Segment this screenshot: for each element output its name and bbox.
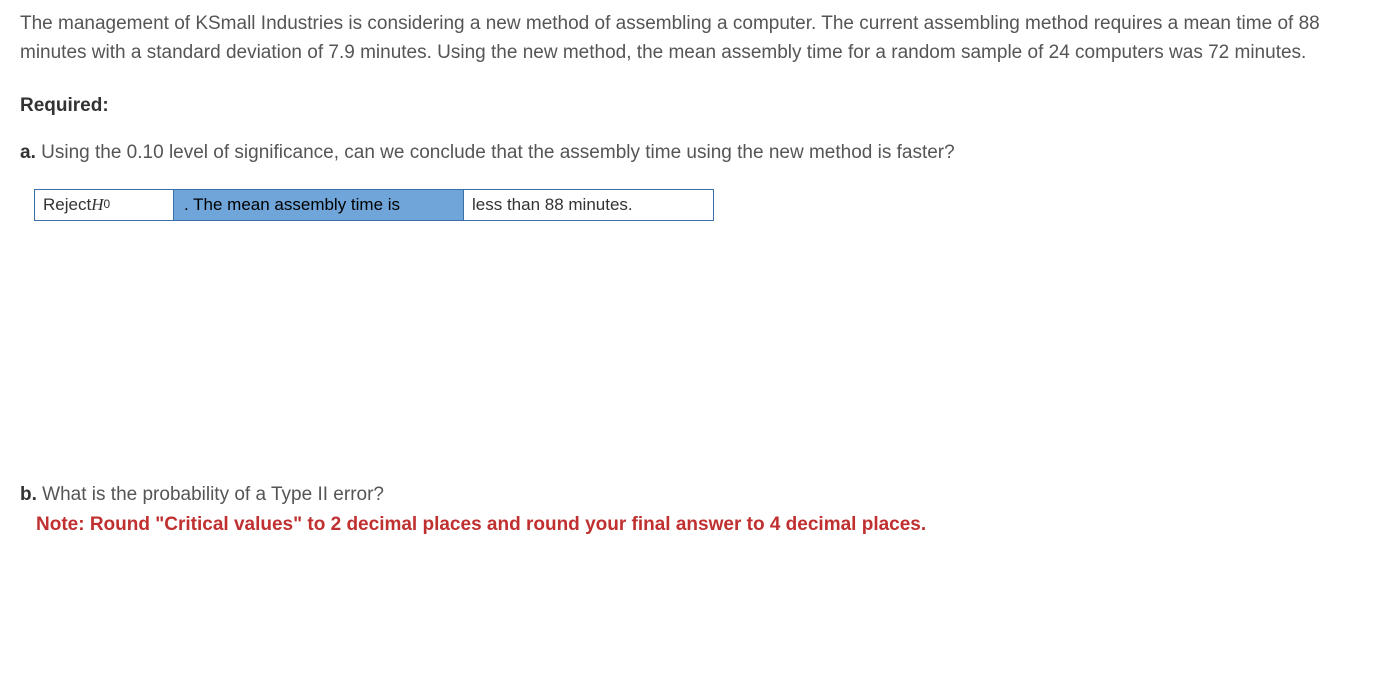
part-b-question: b. What is the probability of a Type II … — [20, 481, 1371, 510]
part-b-container: b. What is the probability of a Type II … — [20, 481, 1371, 540]
answer-middle-text: . The mean assembly time is — [174, 189, 464, 221]
answer-decision-prefix: Reject — [43, 192, 91, 218]
part-a-label: a. — [20, 142, 36, 163]
problem-statement: The management of KSmall Industries is c… — [20, 10, 1371, 67]
answer-dropdown-conclusion[interactable]: less than 88 minutes. — [464, 189, 714, 221]
answer-decision-var: H — [91, 192, 103, 218]
part-b-text: What is the probability of a Type II err… — [37, 484, 384, 505]
part-a-question: a. Using the 0.10 level of significance,… — [20, 139, 1371, 168]
answer-decision-sub: 0 — [103, 196, 110, 214]
required-label: Required: — [20, 92, 1371, 121]
answer-dropdown-decision[interactable]: Reject H0 — [34, 189, 174, 221]
part-b-note: Note: Round "Critical values" to 2 decim… — [36, 511, 1371, 540]
part-b-label: b. — [20, 484, 37, 505]
answer-row: Reject H0 . The mean assembly time is le… — [34, 189, 1371, 221]
part-a-text: Using the 0.10 level of significance, ca… — [36, 142, 955, 163]
part-a-container: a. Using the 0.10 level of significance,… — [20, 139, 1371, 221]
